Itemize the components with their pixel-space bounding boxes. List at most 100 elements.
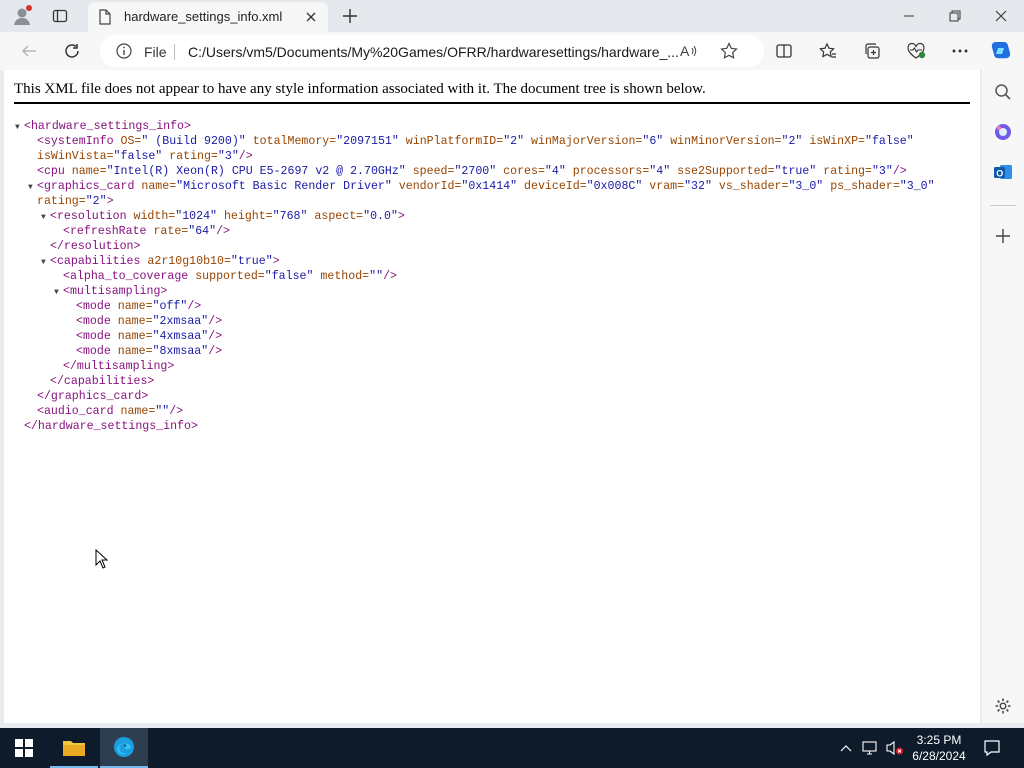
collections-icon[interactable] (859, 38, 885, 64)
copilot-icon[interactable] (988, 38, 1014, 64)
xml-attribute-name: name= (110, 300, 153, 313)
xml-attribute-value: "2xmsaa" (152, 315, 209, 328)
xml-tag: <mode (76, 330, 111, 343)
xml-attribute-value: "32" (684, 180, 712, 193)
more-options-icon[interactable] (947, 38, 973, 64)
xml-attribute-value: "2" (85, 195, 107, 208)
xml-attribute-value: "4xmsaa" (152, 330, 209, 343)
xml-line: <systemInfo OS=" (Build 9200)" totalMemo… (15, 134, 935, 149)
windows-taskbar: 3:25 PM 6/28/2024 (0, 728, 1024, 768)
xml-tag: > (397, 210, 405, 223)
start-button[interactable] (0, 728, 48, 768)
xml-style-notice: This XML file does not appear to have an… (14, 81, 706, 97)
favorite-star-icon[interactable] (720, 42, 738, 65)
xml-attribute-name: deviceId= (517, 180, 587, 193)
collapse-toggle-icon[interactable]: ▼ (41, 255, 50, 270)
notification-center-icon[interactable] (978, 728, 1006, 768)
restore-button[interactable] (932, 0, 978, 32)
xml-attribute-name: speed= (405, 165, 455, 178)
add-sidebar-app-icon[interactable] (990, 223, 1016, 249)
split-screen-icon[interactable] (771, 38, 797, 64)
xml-tag: <refreshRate (63, 225, 147, 238)
xml-tag: /> (208, 330, 223, 343)
designer-icon[interactable] (990, 119, 1016, 145)
xml-tag: <systemInfo (37, 135, 114, 148)
close-window-button[interactable] (978, 0, 1024, 32)
xml-line: ▼ <capabilities a2r10g10b10="true"> (15, 254, 935, 269)
xml-attribute-value: "Microsoft Basic Render Driver" (176, 180, 392, 193)
scheme-label: File (144, 44, 167, 60)
xml-document-tree: ▼ <hardware_settings_info> <systemInfo OS=… (15, 119, 935, 434)
xml-attribute-name: method= (313, 270, 370, 283)
collapse-toggle-icon[interactable]: ▼ (15, 120, 24, 135)
xml-tag: <cpu (37, 165, 65, 178)
search-icon[interactable] (990, 79, 1016, 105)
xml-attribute-name: name= (113, 405, 156, 418)
new-tab-button[interactable] (338, 4, 362, 28)
minimize-button[interactable] (886, 0, 932, 32)
xml-line: <mode name="off"/> (15, 299, 935, 314)
outlook-icon[interactable]: O (990, 159, 1016, 185)
back-button[interactable] (16, 38, 42, 64)
edge-taskbar-icon[interactable] (100, 728, 148, 768)
xml-line: <audio_card name=""/> (15, 404, 935, 419)
notice-divider (14, 102, 970, 104)
xml-line: </hardware_settings_info> (15, 419, 935, 434)
address-url[interactable]: C:/Users/vm5/Documents/My%20Games/OFRR/h… (188, 44, 679, 60)
close-tab-icon[interactable] (302, 8, 320, 26)
xml-attribute-name: height= (216, 210, 273, 223)
xml-attribute-value: "0.0" (363, 210, 398, 223)
xml-attribute-name: vram= (642, 180, 685, 193)
xml-tag: <graphics_card (37, 180, 135, 193)
xml-attribute-name: supported= (188, 270, 265, 283)
xml-attribute-name: cores= (496, 165, 545, 178)
xml-attribute-name: rating= (37, 195, 86, 208)
tab-actions-icon[interactable] (48, 4, 72, 28)
xml-attribute-value: "3_0" (788, 180, 824, 193)
xml-line: <refreshRate rate="64"/> (15, 224, 935, 239)
xml-line: </multisampling> (15, 359, 935, 374)
collapse-toggle-icon[interactable]: ▼ (54, 285, 63, 300)
xml-attribute-name: rating= (816, 165, 872, 178)
xml-attribute-name: isWinXP= (802, 135, 866, 148)
xml-attribute-value: "2700" (454, 165, 497, 178)
xml-attribute-value: "0x1414" (461, 180, 518, 193)
xml-tag: /> (208, 345, 223, 358)
page-viewport: This XML file does not appear to have an… (4, 70, 980, 723)
edge-sidebar: O (982, 70, 1024, 723)
network-icon[interactable] (860, 728, 882, 768)
info-icon[interactable] (116, 43, 132, 64)
favorites-icon[interactable] (815, 38, 841, 64)
refresh-button[interactable] (59, 38, 85, 64)
xml-attribute-name: rate= (146, 225, 189, 238)
xml-line: isWinVista="false" rating="3"/> (15, 149, 935, 164)
address-bar[interactable]: File C:/Users/vm5/Documents/My%20Games/O… (100, 35, 764, 67)
xml-tag: <multisampling> (63, 285, 168, 298)
xml-tag: <mode (76, 315, 111, 328)
tab-active[interactable]: hardware_settings_info.xml (88, 2, 328, 32)
clock-time: 3:25 PM (916, 733, 962, 747)
xml-attribute-value: "" (369, 270, 384, 283)
file-explorer-taskbar-icon[interactable] (50, 728, 98, 768)
xml-tag: </hardware_settings_info> (24, 420, 198, 433)
profile-avatar-icon[interactable] (10, 4, 34, 28)
xml-tag: <capabilities (50, 255, 141, 268)
xml-attribute-value: "" (155, 405, 170, 418)
collapse-toggle-icon[interactable]: ▼ (41, 210, 50, 225)
xml-line: </resolution> (15, 239, 935, 254)
xml-tag: /> (238, 150, 253, 163)
xml-attribute-name: name= (64, 165, 107, 178)
xml-tag: </capabilities> (50, 375, 155, 388)
show-hidden-icons-chevron-icon[interactable] (836, 728, 856, 768)
xml-tag: /> (383, 270, 397, 283)
xml-tag: <resolution (50, 210, 127, 223)
xml-line: <mode name="2xmsaa"/> (15, 314, 935, 329)
system-clock[interactable]: 3:25 PM 6/28/2024 (904, 732, 974, 764)
sidebar-settings-gear-icon[interactable] (990, 693, 1016, 719)
collapse-toggle-icon[interactable]: ▼ (28, 180, 37, 195)
volume-muted-icon[interactable] (884, 728, 906, 768)
xml-attribute-name: vs_shader= (711, 180, 789, 193)
xml-attribute-value: "3" (217, 150, 239, 163)
browser-essentials-icon[interactable] (903, 38, 929, 64)
read-aloud-icon[interactable]: A (680, 43, 698, 64)
